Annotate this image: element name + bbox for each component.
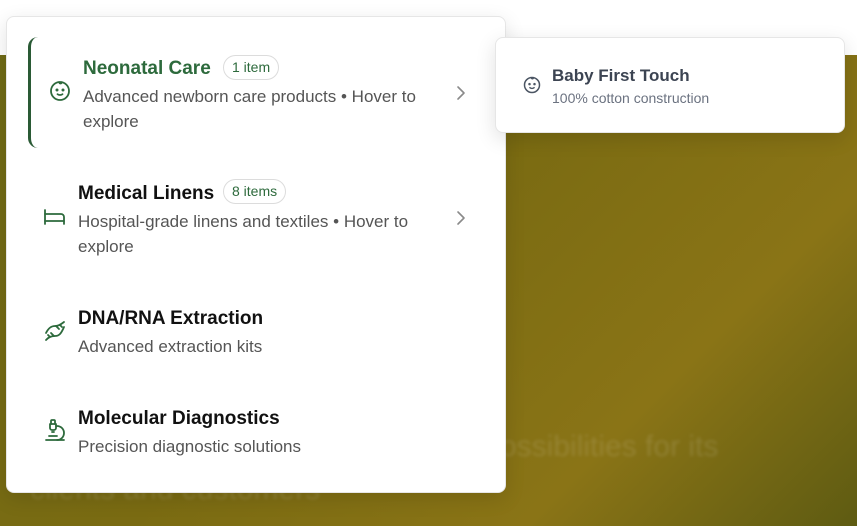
chevron-right-icon [457, 211, 465, 225]
baby-face-icon [522, 75, 542, 95]
menu-item-title: Molecular Diagnostics [78, 408, 280, 429]
microscope-icon [42, 417, 68, 443]
menu-item-title: Medical Linens [78, 183, 215, 204]
baby-face-icon [47, 78, 73, 104]
item-count-badge: 1 item [223, 55, 280, 80]
menu-item-description: Hospital-grade linens and textiles • Hov… [78, 212, 409, 256]
submenu-item-description: 100% cotton construction [552, 90, 710, 106]
submenu-item-title: Baby First Touch [552, 66, 690, 85]
chevron-right-icon [457, 86, 465, 100]
menu-item-molecular-diagnostics[interactable]: Molecular Diagnostics Precision diagnost… [7, 387, 507, 487]
submenu-item-baby-first-touch[interactable]: Baby First Touch 100% cotton constructio… [496, 38, 846, 134]
menu-item-description: Advanced extraction kits [78, 337, 263, 356]
menu-item-medical-linens[interactable]: Medical Linens 8 items Hospital-grade li… [7, 157, 507, 287]
dna-icon [42, 318, 68, 344]
menu-item-dna-rna-extraction[interactable]: DNA/RNA Extraction Advanced extraction k… [7, 287, 507, 387]
active-indicator [28, 37, 38, 148]
menu-item-title: DNA/RNA Extraction [78, 308, 264, 329]
neonatal-care-submenu: Baby First Touch 100% cotton constructio… [495, 37, 845, 133]
menu-item-description: Precision diagnostic solutions [78, 437, 302, 456]
bed-icon [42, 204, 68, 230]
item-count-badge: 8 items [223, 179, 287, 204]
menu-item-description: Advanced newborn care products • Hover t… [83, 87, 416, 131]
category-dropdown-menu: Neonatal Care 1 item Advanced newborn ca… [6, 16, 506, 493]
menu-item-neonatal-care[interactable]: Neonatal Care 1 item Advanced newborn ca… [7, 17, 507, 157]
menu-item-title: Neonatal Care [83, 58, 211, 79]
hero-ghost-text-1: ossibilities for its [500, 430, 719, 463]
